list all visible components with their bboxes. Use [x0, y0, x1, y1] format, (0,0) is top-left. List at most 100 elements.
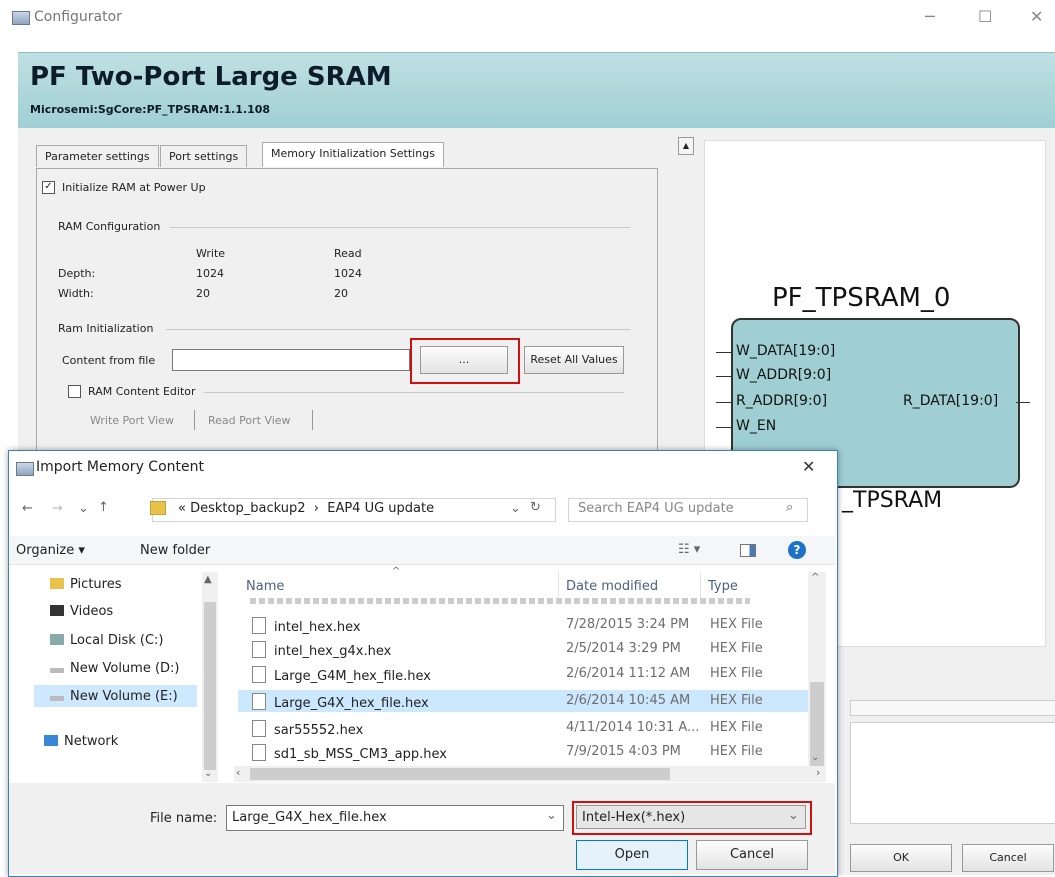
table-row[interactable]: intel_hex_g4x.hex — [252, 641, 391, 659]
input-pin: W_EN — [736, 418, 777, 434]
configurator-window-title: Configurator — [34, 9, 122, 25]
column-header-name[interactable]: Name — [246, 579, 284, 594]
file-icon — [252, 744, 266, 761]
ram-content-editor-checkbox[interactable] — [68, 385, 81, 398]
panel-scroll-up-icon[interactable]: ▲ — [678, 137, 694, 155]
browse-button[interactable]: ... — [420, 346, 508, 374]
tree-item-local-disk-c[interactable]: Local Disk (C:) — [50, 633, 163, 648]
tree-item-label: New Volume (E:) — [70, 689, 178, 704]
file-name: intel_hex_g4x.hex — [274, 644, 392, 659]
pin-line — [716, 376, 732, 377]
initialize-ram-checkbox[interactable]: ✓ — [42, 181, 55, 194]
column-header-date[interactable]: Date modified — [566, 579, 658, 594]
file-date: 7/9/2015 4:03 PM — [566, 744, 681, 759]
pin-line — [716, 427, 732, 428]
dialog-toolbar — [9, 536, 835, 565]
file-type: HEX File — [710, 641, 763, 656]
file-name: Large_G4M_hex_file.hex — [274, 669, 431, 684]
column-divider[interactable] — [700, 572, 701, 598]
depth-read-value: 1024 — [334, 267, 362, 280]
file-type: HEX File — [710, 617, 763, 632]
scroll-down-icon[interactable]: ⌄ — [811, 752, 819, 763]
dialog-app-icon — [16, 462, 34, 476]
table-row[interactable]: Large_G4M_hex_file.hex — [252, 666, 431, 684]
configurator-app-icon — [12, 11, 30, 25]
sort-ascending-icon: ^ — [392, 566, 401, 577]
input-pin: R_ADDR[9:0] — [736, 393, 828, 409]
tree-item-videos[interactable]: Videos — [50, 604, 113, 619]
tree-item-network[interactable]: Network — [44, 734, 118, 749]
open-button[interactable]: Open — [576, 840, 688, 870]
ok-button[interactable]: OK — [850, 844, 952, 872]
content-from-file-label: Content from file — [62, 354, 156, 367]
scroll-right-icon[interactable]: › — [816, 766, 820, 779]
table-row[interactable]: intel_hex.hex — [252, 617, 361, 635]
file-list-hscroll-thumb[interactable] — [250, 768, 670, 780]
chevron-down-icon[interactable]: ⌄ — [788, 808, 799, 823]
preview-pane-icon[interactable] — [740, 544, 756, 557]
table-row[interactable]: sd1_sb_MSS_CM3_app.hex — [252, 744, 447, 762]
tree-item-new-volume-e[interactable]: New Volume (E:) — [50, 689, 178, 704]
breadcrumb-separator-icon: › — [309, 501, 324, 516]
table-row[interactable]: sar55552.hex — [252, 720, 363, 738]
ram-configuration-label: RAM Configuration — [58, 220, 161, 233]
breadcrumb-eap4-ug-update[interactable]: EAP4 UG update — [327, 501, 434, 516]
view-options-icon[interactable]: ☷ ▾ — [678, 542, 700, 557]
help-icon[interactable]: ? — [788, 541, 806, 559]
tab-bar: Parameter settings Port settings Memory … — [36, 142, 476, 169]
drive-icon — [50, 696, 64, 701]
column-header-type[interactable]: Type — [708, 579, 738, 594]
scroll-down-icon[interactable]: ⌄ — [204, 768, 212, 779]
tree-scroll-thumb[interactable] — [204, 602, 216, 770]
back-arrow-icon[interactable]: ← — [22, 501, 33, 516]
dialog-cancel-button[interactable]: Cancel — [696, 840, 808, 870]
new-folder-button[interactable]: New folder — [140, 543, 210, 558]
breadcrumb-desktop-backup2[interactable]: Desktop_backup2 — [190, 501, 305, 516]
close-icon[interactable]: ✕ — [1030, 7, 1043, 26]
scroll-left-icon[interactable]: ‹ — [236, 766, 240, 779]
tree-item-new-volume-d[interactable]: New Volume (D:) — [50, 661, 180, 676]
minimize-icon[interactable]: ─ — [925, 7, 935, 26]
organize-button[interactable]: Organize ▾ — [16, 543, 85, 558]
refresh-icon[interactable]: ↻ — [530, 500, 541, 515]
message-log — [850, 722, 1055, 824]
group-divider — [204, 392, 624, 393]
content-file-input[interactable] — [172, 349, 410, 371]
tree-item-pictures[interactable]: Pictures — [50, 577, 121, 592]
dialog-close-icon[interactable]: ✕ — [802, 457, 815, 476]
width-label: Width: — [58, 287, 94, 300]
column-divider[interactable] — [558, 572, 559, 598]
table-row-selected[interactable]: Large_G4X_hex_file.hex — [252, 693, 429, 711]
file-icon — [252, 720, 266, 737]
file-name: sd1_sb_MSS_CM3_app.hex — [274, 747, 447, 762]
tab-write-port-view[interactable]: Write Port View — [90, 414, 174, 427]
file-date: 2/6/2014 11:12 AM — [566, 666, 691, 681]
tree-item-label: Network — [64, 734, 119, 749]
breadcrumb[interactable]: « Desktop_backup2 › EAP4 UG update — [178, 501, 434, 516]
tree-item-label: Local Disk (C:) — [70, 633, 164, 648]
page-title: PF Two-Port Large SRAM — [30, 62, 392, 92]
recent-locations-icon[interactable]: ⌄ — [78, 501, 89, 516]
depth-label: Depth: — [58, 267, 96, 280]
address-dropdown-icon[interactable]: ⌄ — [510, 501, 521, 516]
file-name-dropdown-icon[interactable]: ⌄ — [546, 808, 557, 823]
cancel-button[interactable]: Cancel — [962, 844, 1054, 872]
forward-arrow-icon[interactable]: → — [52, 501, 63, 516]
pin-line — [1016, 402, 1030, 403]
scroll-up-icon[interactable]: ^ — [811, 572, 819, 583]
read-column-header: Read — [334, 247, 362, 260]
scroll-up-icon[interactable]: ▲ — [204, 574, 212, 585]
file-icon — [252, 666, 266, 683]
reset-all-values-button[interactable]: Reset All Values — [524, 346, 624, 374]
search-icon[interactable]: ⌕ — [786, 500, 793, 515]
tab-divider — [312, 410, 313, 430]
tab-parameter-settings[interactable]: Parameter settings — [36, 145, 159, 167]
tab-memory-initialization[interactable]: Memory Initialization Settings — [262, 142, 444, 167]
initialize-ram-label: Initialize RAM at Power Up — [62, 181, 206, 194]
tab-port-settings[interactable]: Port settings — [160, 145, 248, 167]
network-icon — [44, 735, 58, 746]
breadcrumb-overflow[interactable]: « — [178, 501, 186, 516]
up-arrow-icon[interactable]: ↑ — [98, 500, 109, 515]
maximize-icon[interactable]: ☐ — [978, 7, 992, 26]
tab-read-port-view[interactable]: Read Port View — [208, 414, 291, 427]
